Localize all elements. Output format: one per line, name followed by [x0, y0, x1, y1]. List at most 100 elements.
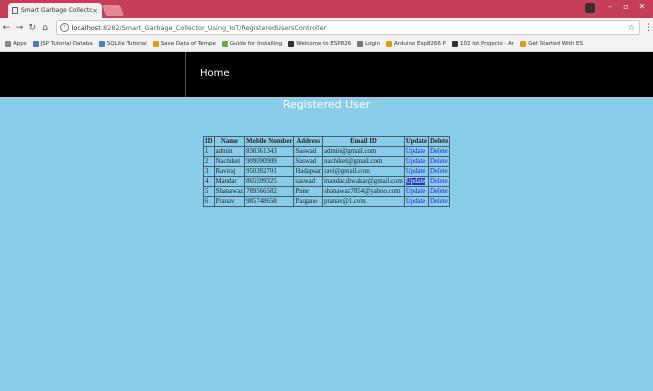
bookmark-item[interactable]: Apps	[5, 41, 27, 47]
bookmark-label: Save Data of Tempe	[160, 41, 216, 47]
cell-id: 3	[203, 166, 215, 177]
cell-address: Hadapsar	[293, 166, 324, 177]
action-cell: Delete	[427, 186, 451, 197]
table-row: 5 Shanawaz 789566582 Pune shanawaz7854@yahoo…	[203, 186, 451, 197]
cell-name: Nachiket	[213, 156, 246, 167]
update-link[interactable]: Update	[406, 148, 426, 155]
top-navigation: Home	[0, 52, 653, 97]
delete-link[interactable]: Delete	[430, 188, 448, 195]
column-header: Email ID	[322, 136, 405, 147]
bookmark-icon	[152, 41, 159, 47]
cell-email: ravi@gmail.com	[322, 166, 405, 177]
menu-icon[interactable]: ⋮	[644, 23, 653, 33]
user-profile-icon[interactable]	[585, 3, 595, 13]
action-cell: Update	[403, 166, 429, 177]
info-icon[interactable]: i	[59, 23, 69, 32]
delete-link[interactable]: Delete	[430, 198, 448, 205]
cell-mobile: 909090909	[244, 156, 295, 167]
tab-title: Smart Garbage Collecto	[21, 7, 93, 14]
delete-link[interactable]: Delete	[430, 168, 448, 175]
update-link[interactable]: Update	[406, 198, 426, 205]
cell-email: pranav@1.com	[322, 196, 405, 207]
bookmark-item[interactable]: 102 iot Projects - Ar	[451, 41, 515, 47]
action-cell: Update	[403, 186, 429, 197]
window-controls: – ▫ ✕	[585, 2, 649, 13]
home-icon[interactable]: ⌂	[39, 23, 52, 33]
delete-link[interactable]: Delete	[430, 178, 448, 185]
cell-email: admin@gmail.com	[322, 146, 405, 157]
bookmark-label: 102 iot Projects - Ar	[459, 41, 515, 47]
bookmarks-bar: Apps JSP Tutorial Databa SQLite Tutorial Sa…	[0, 37, 653, 52]
table-row: 6 Pranav 985748658 Pargane pranav@1.com Updat…	[203, 196, 451, 207]
update-link[interactable]: Update	[406, 188, 426, 195]
minimize-icon[interactable]: –	[603, 2, 617, 13]
bookmark-label: Welcome to ESP826	[296, 41, 352, 47]
cell-id: 6	[203, 196, 215, 207]
cell-name: admin	[213, 146, 246, 157]
cell-id: 2	[203, 156, 215, 167]
cell-mobile: 950392701	[244, 166, 295, 177]
apps-grid-icon	[5, 41, 11, 47]
tab-close-icon[interactable]: ×	[92, 7, 98, 15]
action-cell: Delete	[427, 156, 451, 167]
bookmark-icon	[288, 41, 295, 47]
browser-toolbar: ← → ↻ ⌂ i localhost :8282/Smart_Garbage_…	[0, 18, 653, 37]
table-row: 2 Nachiket 909090909 Saswad nachiket@gmail.c…	[203, 156, 451, 167]
cell-email: mandar.diwakar@gmail.com	[322, 176, 405, 187]
action-cell: Update	[403, 176, 429, 187]
update-link[interactable]: Update	[406, 158, 426, 165]
column-header: ID	[203, 136, 215, 147]
bookmark-icon	[520, 41, 527, 47]
registered-users-table: ID Name Mobile Number Address Email ID U…	[203, 136, 451, 207]
table-header-row: ID Name Mobile Number Address Email ID U…	[203, 136, 451, 147]
sqlite-icon	[98, 41, 105, 47]
bookmark-item[interactable]: Arduino Esp8266 P	[386, 41, 446, 47]
back-icon[interactable]: ←	[0, 23, 13, 33]
bookmark-item[interactable]: Save Data of Tempe	[152, 41, 216, 47]
bookmark-icon	[451, 41, 458, 47]
cell-name: Shanawaz	[213, 186, 246, 197]
reload-icon[interactable]: ↻	[26, 23, 39, 33]
address-bar[interactable]: i localhost :8282/Smart_Garbage_Collecto…	[55, 20, 640, 35]
cell-id: 5	[203, 186, 215, 197]
forward-icon[interactable]: →	[13, 23, 26, 33]
cell-name: Mandar	[213, 176, 246, 187]
jsp-icon	[32, 41, 39, 47]
bookmark-item[interactable]: Get Started With ES	[520, 41, 583, 47]
maximize-icon[interactable]: ▫	[619, 2, 633, 13]
action-cell: Update	[403, 196, 429, 207]
cell-mobile: 865599325	[244, 176, 295, 187]
table-row: 1 admin 830361343 Saswad admin@gmail.com Upda…	[203, 146, 451, 157]
page-title: Registered User	[282, 98, 371, 111]
action-cell: Delete	[427, 146, 451, 157]
bookmark-icon	[386, 41, 393, 47]
browser-tab[interactable]: Smart Garbage Collecto ×	[8, 3, 102, 18]
cell-email: shanawaz7854@yahoo.com	[322, 186, 405, 197]
update-link[interactable]: Update	[406, 168, 426, 175]
bookmark-item[interactable]: JSP Tutorial Databa	[32, 41, 93, 47]
bookmark-item[interactable]: SQLite Tutorial	[98, 41, 147, 47]
column-header: Name	[213, 136, 246, 147]
action-cell: Update	[403, 156, 429, 167]
close-window-icon[interactable]: ✕	[635, 2, 649, 13]
column-header: Update	[403, 136, 429, 147]
nav-home-link[interactable]: Home	[200, 68, 230, 79]
bookmark-label: Guide for Installing	[229, 41, 283, 47]
bookmark-label: Login	[365, 41, 381, 47]
update-link[interactable]: Update	[405, 178, 426, 185]
page-icon	[357, 41, 364, 47]
bookmark-label: JSP Tutorial Databa	[40, 41, 93, 47]
page-icon	[12, 7, 18, 14]
delete-link[interactable]: Delete	[430, 148, 448, 155]
bookmark-label: Get Started With ES	[528, 41, 583, 47]
bookmark-item[interactable]: Guide for Installing	[221, 41, 283, 47]
url-host: localhost	[71, 23, 101, 32]
delete-link[interactable]: Delete	[430, 158, 448, 165]
bookmark-star-icon[interactable]: ☆	[628, 23, 635, 32]
action-cell: Delete	[427, 176, 451, 187]
new-tab-button[interactable]	[101, 5, 125, 16]
bookmark-item[interactable]: Welcome to ESP826	[288, 41, 351, 47]
cell-mobile: 830361343	[244, 146, 295, 157]
bookmark-item[interactable]: Login	[357, 41, 380, 47]
table-row: 3 Raviraj 950392701 Hadapsar ravi@gmail.com U…	[203, 166, 451, 177]
